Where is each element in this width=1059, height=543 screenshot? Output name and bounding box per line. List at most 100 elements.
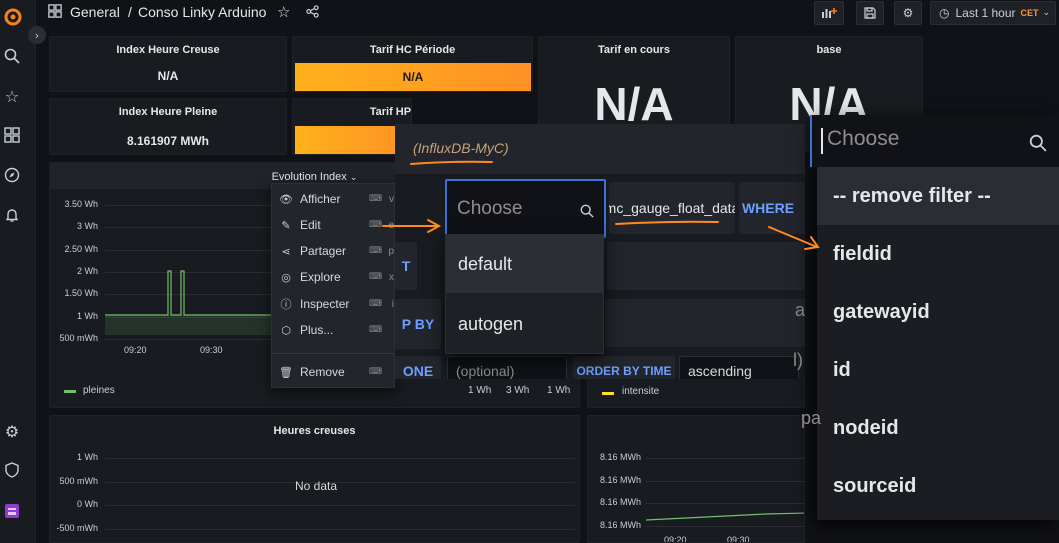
star-icon[interactable]: ☆ <box>277 3 290 21</box>
menu-shortcut: v <box>389 193 394 205</box>
legend-value: 3 Wh <box>506 385 530 396</box>
panel-title: Tarif en cours <box>598 44 670 56</box>
measurement-select[interactable]: mc_gauge_float_data <box>609 182 735 234</box>
compass-icon[interactable] <box>3 166 21 184</box>
remove-filter-option[interactable]: -- remove filter -- <box>817 167 1059 225</box>
menu-item-label: Inspecter <box>300 297 350 311</box>
stat-value: N/A <box>157 69 179 83</box>
grafana-logo-icon[interactable] <box>2 6 24 28</box>
menu-item-afficher[interactable]: 👁 Afficher ⌨ v <box>272 186 396 212</box>
select-value: ascending <box>688 363 752 379</box>
legend-swatch <box>602 392 614 395</box>
gridline <box>646 480 804 482</box>
datasource-header: (InfluxDB-MyC) <box>395 124 805 174</box>
order-select[interactable]: ascending <box>679 356 799 379</box>
clock-icon: ◷ <box>939 6 950 20</box>
tag-key-option[interactable]: fieldid <box>817 225 1059 283</box>
timezone-input[interactable]: (optional) <box>447 356 567 379</box>
tag-key-dropdown: Choose -- remove filter -- fieldid gateway… <box>810 115 1059 520</box>
trash-icon: 🗑 <box>279 365 293 379</box>
y-tick: 3 Wh <box>76 221 98 232</box>
datasource-name[interactable]: (InfluxDB-MyC) <box>413 140 509 156</box>
gear-icon[interactable]: ⚙ <box>894 1 922 25</box>
panel-tarif-hc-periode[interactable]: Tarif HC Période N/A <box>292 36 533 92</box>
panel-title: base <box>816 44 842 56</box>
cube-icon: ⬡ <box>281 323 291 337</box>
group-by-label: P BY <box>401 316 435 332</box>
menu-item-explore[interactable]: ◎ Explore ⌨ x <box>272 264 396 290</box>
panel-index-graph[interactable]: 8.16 MWh8.16 MWh8.16 MWh8.16 MWh8.16 MWh… <box>587 415 805 543</box>
retention-policy-select[interactable]: Choose <box>445 179 606 238</box>
menu-item-partager[interactable]: ⋖ Partager ⌨ p <box>272 238 396 264</box>
input-placeholder: Choose <box>827 127 900 150</box>
time-picker[interactable]: ◷ Last 1 hour CET ⌄ <box>930 1 1056 25</box>
order-by-keyword[interactable]: ORDER BY TIME <box>573 356 675 379</box>
chevron-down-icon: ⌄ <box>349 172 358 182</box>
menu-item-plus[interactable]: ⬡ Plus... ⌨ <box>272 317 396 343</box>
sidebar: ☆ ⚙ <box>0 0 36 543</box>
tag-key-option[interactable]: nodeid <box>817 399 1059 457</box>
stat-value: 8.161907 MWh <box>126 134 210 148</box>
retention-policy-dropdown: default autogen <box>445 234 604 354</box>
gridline <box>105 505 575 506</box>
legend-swatch <box>64 390 76 393</box>
y-tick: -500 mWh <box>56 522 98 533</box>
group-by-keyword[interactable]: P BY <box>395 299 441 349</box>
timezone-keyword[interactable]: ONE <box>395 356 441 379</box>
tz-label: ONE <box>402 363 434 379</box>
input-placeholder: (optional) <box>456 363 515 379</box>
y-tick: 1 Wh <box>76 310 98 321</box>
menu-item-edit[interactable]: ✎ Edit ⌨ e <box>272 212 396 238</box>
dashboards-icon <box>48 4 62 18</box>
panel-tarif-hp-periode[interactable]: Tarif HP Période <box>292 98 412 155</box>
x-tick: 09:30 <box>727 535 750 543</box>
share-icon[interactable] <box>306 5 319 18</box>
menu-shortcut: e <box>388 219 394 231</box>
stat-value-bar <box>295 126 411 154</box>
search-icon <box>580 204 594 218</box>
eye-icon: 👁 <box>279 192 293 206</box>
timezone-badge: CET <box>1020 8 1039 18</box>
sidebar-expand-button[interactable]: › <box>28 26 46 44</box>
dropdown-option[interactable]: default <box>446 235 603 293</box>
tag-key-option[interactable]: gatewayid <box>817 283 1059 341</box>
menu-item-inspecter[interactable]: ⓘ Inspecter ⌨ i <box>272 291 396 317</box>
panel-intensite[interactable]: intensite <box>587 378 805 408</box>
panel-title: Tarif HC Période <box>369 44 456 56</box>
time-range-label: Last 1 hour <box>955 6 1016 20</box>
star-icon[interactable]: ☆ <box>3 87 21 106</box>
menu-item-label: Edit <box>300 218 321 232</box>
gridline <box>105 528 575 530</box>
y-tick: 8.16 MWh <box>599 519 641 530</box>
breadcrumb-dashboard-title[interactable]: Conso Linky Arduino <box>138 4 266 20</box>
y-tick: 500 mWh <box>59 332 98 343</box>
shield-icon[interactable] <box>3 461 21 479</box>
menu-item-label: Plus... <box>300 323 334 337</box>
y-tick: 8.16 MWh <box>599 474 641 485</box>
search-icon[interactable] <box>3 47 21 65</box>
bell-icon[interactable] <box>3 206 21 224</box>
select-keyword-partial[interactable]: T <box>395 242 417 290</box>
save-icon[interactable] <box>856 1 884 25</box>
gear-icon[interactable]: ⚙ <box>3 422 21 441</box>
legend-label[interactable]: pleines <box>83 385 115 396</box>
tag-key-option[interactable]: id <box>817 341 1059 399</box>
dashboards-icon[interactable] <box>3 126 21 144</box>
add-panel-button[interactable] <box>814 1 844 25</box>
tag-key-option[interactable]: sourceid <box>817 457 1059 515</box>
panel-heures-creuses[interactable]: Heures creuses 1 Wh 500 mWh 0 Wh -500 mWh N… <box>49 415 580 543</box>
field-row <box>607 242 805 290</box>
dropdown-option[interactable]: autogen <box>446 295 603 353</box>
tag-key-search-input[interactable]: Choose <box>810 115 1059 167</box>
legend-label[interactable]: intensite <box>622 386 659 397</box>
breadcrumb-home[interactable]: General <box>70 4 120 20</box>
menu-item-label: Afficher <box>300 192 341 206</box>
y-tick: 2.50 Wh <box>64 243 98 254</box>
panel-index-heure-pleine[interactable]: Index Heure Pleine 8.161907 MWh <box>49 98 287 155</box>
avatar[interactable] <box>3 502 21 520</box>
panel-index-heure-creuse[interactable]: Index Heure Creuse N/A <box>49 36 287 92</box>
keyword-label: T <box>401 258 411 274</box>
where-keyword[interactable]: WHERE <box>739 182 797 234</box>
menu-item-remove[interactable]: 🗑 Remove ⌨ <box>272 359 396 385</box>
keyboard-icon: ⌨ <box>369 246 382 256</box>
